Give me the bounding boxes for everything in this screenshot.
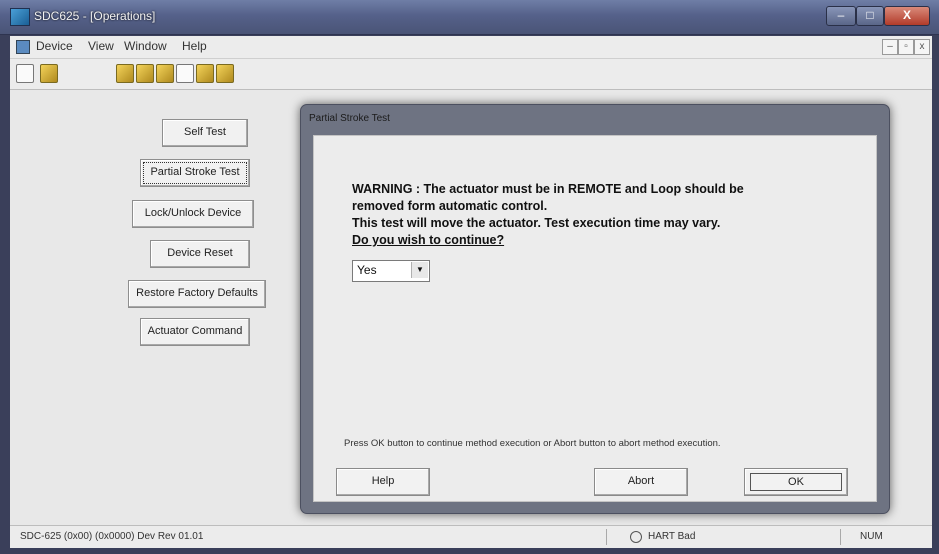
warning-line-1: WARNING : The actuator must be in REMOTE… xyxy=(352,182,744,196)
continue-select[interactable]: Yes ▼ xyxy=(352,260,430,282)
partial-stroke-test-button[interactable]: Partial Stroke Test xyxy=(140,159,250,187)
chevron-down-icon[interactable]: ▼ xyxy=(411,262,428,278)
status-device-info: SDC-625 (0x00) (0x0000) Dev Rev 01.01 xyxy=(20,531,204,542)
device-reset-button[interactable]: Device Reset xyxy=(150,240,250,268)
continue-question: Do you wish to continue? xyxy=(352,233,505,247)
continue-select-value: Yes xyxy=(357,263,377,277)
warning-line-3: This test will move the actuator. Test e… xyxy=(352,216,721,230)
save-icon[interactable] xyxy=(176,64,194,83)
new-doc-icon[interactable] xyxy=(16,64,34,83)
menu-device[interactable]: Device xyxy=(36,39,73,53)
import-icon[interactable] xyxy=(216,64,234,83)
minimize-button[interactable]: – xyxy=(826,6,856,26)
mdi-close-button[interactable]: x xyxy=(914,39,930,55)
toolbar xyxy=(10,59,932,90)
status-divider xyxy=(840,529,841,545)
ok-button-label: OK xyxy=(750,473,842,491)
maximize-button[interactable]: □ xyxy=(856,6,884,26)
restore-factory-defaults-button[interactable]: Restore Factory Defaults xyxy=(128,280,266,308)
menu-window[interactable]: Window xyxy=(124,39,167,53)
menu-view[interactable]: View xyxy=(88,39,114,53)
window-title: SDC625 - [Operations] xyxy=(34,9,156,23)
open-icon[interactable] xyxy=(40,64,58,83)
lock-unlock-device-button[interactable]: Lock/Unlock Device xyxy=(132,200,254,228)
status-divider xyxy=(606,529,607,545)
refresh-icon[interactable] xyxy=(156,64,174,83)
status-bar: SDC-625 (0x00) (0x0000) Dev Rev 01.01 HA… xyxy=(10,525,932,548)
partial-stroke-test-dialog: Partial Stroke Test WARNING : The actuat… xyxy=(300,104,890,514)
help-button[interactable]: Help xyxy=(336,468,430,496)
document-icon[interactable] xyxy=(16,40,30,54)
app-icon xyxy=(10,8,30,26)
device-icon[interactable] xyxy=(136,64,154,83)
dialog-instructions: Press OK button to continue method execu… xyxy=(344,438,721,449)
abort-button[interactable]: Abort xyxy=(594,468,688,496)
connect-icon[interactable] xyxy=(116,64,134,83)
warning-line-2: removed form automatic control. xyxy=(352,199,548,213)
status-hart: HART Bad xyxy=(648,531,696,542)
dialog-title: Partial Stroke Test xyxy=(309,113,390,124)
ok-button[interactable]: OK xyxy=(744,468,848,496)
actuator-command-button[interactable]: Actuator Command xyxy=(140,318,250,346)
dialog-body: WARNING : The actuator must be in REMOTE… xyxy=(313,135,877,502)
close-button[interactable]: X xyxy=(884,6,930,26)
mdi-minimize-button[interactable]: – xyxy=(882,39,898,55)
self-test-button[interactable]: Self Test xyxy=(162,119,248,147)
menu-bar: Device View Window Help – ▫ x xyxy=(10,36,932,59)
hart-status-icon xyxy=(630,531,642,543)
menu-help[interactable]: Help xyxy=(182,39,207,53)
export-icon[interactable] xyxy=(196,64,214,83)
status-num: NUM xyxy=(860,531,883,542)
mdi-restore-button[interactable]: ▫ xyxy=(898,39,914,55)
